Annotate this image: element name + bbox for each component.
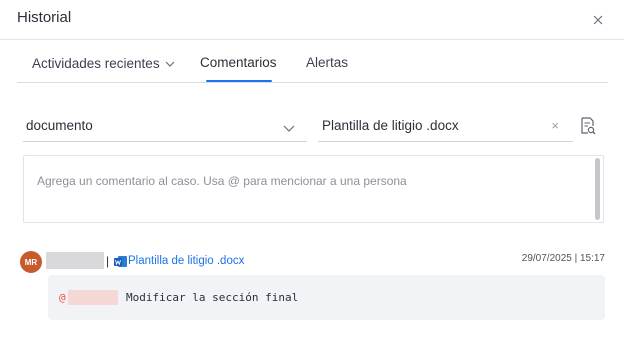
mention-name-redacted [68,290,118,305]
avatar: MR [20,251,42,273]
word-icon [114,255,127,268]
dialog-title: Historial [17,9,72,26]
scrollbar[interactable] [595,158,600,220]
comment-text: Modificar la sección final [126,291,299,304]
tab-actividades-recientes[interactable]: Actividades recientes [32,55,175,71]
comment-bubble: @ Modificar la sección final [48,275,605,320]
clear-icon[interactable]: × [551,118,559,133]
separator: | [106,254,110,268]
author-name-redacted [46,252,104,269]
entity-type-value: documento [26,118,93,133]
chevron-down-icon [283,119,295,137]
document-search-icon[interactable] [580,117,596,135]
file-select-value: Plantilla de litigio .docx [322,118,459,133]
chevron-down-icon [165,55,175,70]
close-icon[interactable] [586,8,610,32]
dialog-header: Historial [0,0,624,40]
comment-timestamp: 29/07/2025 | 15:17 [521,253,605,264]
tab-comentarios[interactable]: Comentarios [200,55,277,70]
mention-prefix: @ [59,291,66,304]
comment-composer [23,155,604,223]
tab-bar: Actividades recientes Comentarios Alerta… [17,46,608,83]
attached-file-link[interactable]: Plantilla de litigio .docx [128,255,244,267]
active-tab-indicator [206,80,272,82]
tab-label: Actividades recientes [32,56,160,71]
file-select[interactable]: Plantilla de litigio .docx × [318,110,573,142]
comment-input[interactable] [24,156,594,222]
tab-alertas[interactable]: Alertas [306,55,348,70]
entity-type-select[interactable]: documento [23,110,307,142]
